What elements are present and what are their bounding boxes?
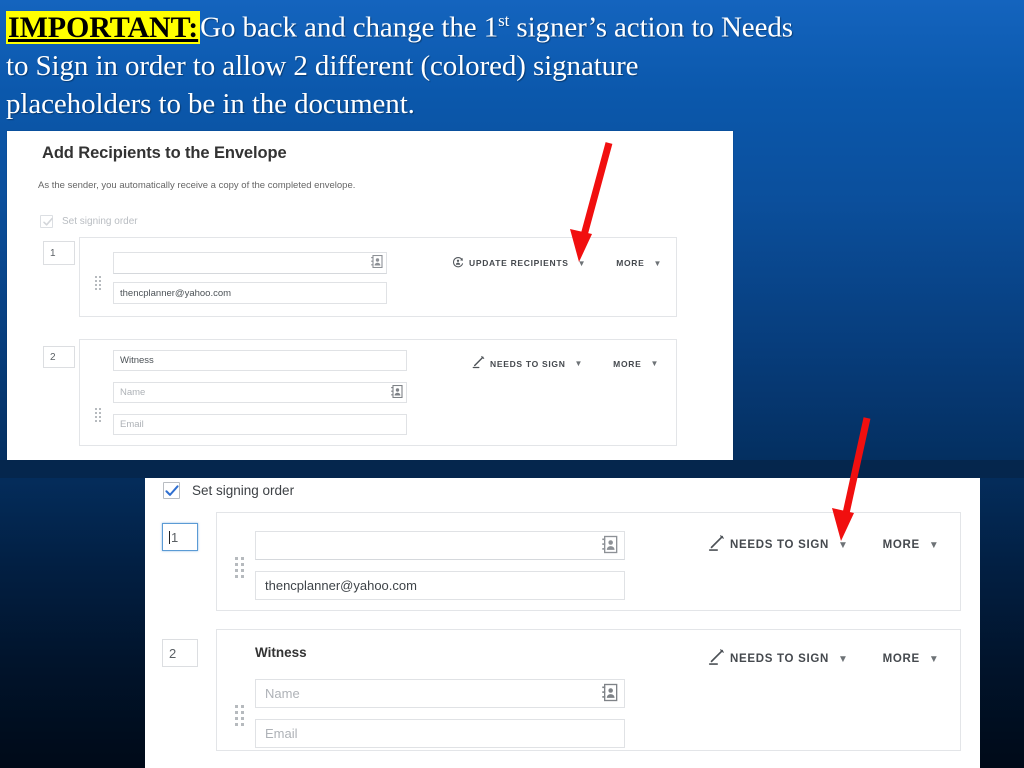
needs-to-sign-button-2[interactable]: NEEDS TO SIGN ▼ xyxy=(472,356,583,371)
header-line-3: placeholders to be in the document. xyxy=(6,87,415,120)
recipient-group-label-b2: Witness xyxy=(255,645,307,660)
update-recipients-icon xyxy=(452,256,464,270)
recipient-name-input-b1[interactable] xyxy=(255,531,625,560)
recipient-card-2: Witness Name Email NEEDS TO SIGN ▼ MORE … xyxy=(79,339,677,446)
slide-header: IMPORTANT:Go back and change the 1st sig… xyxy=(6,2,1018,123)
text-caret xyxy=(169,530,170,544)
recipient-card-b2: Witness Name Email NEEDS TO SIGN ▼ MORE … xyxy=(216,629,961,751)
address-book-icon-b2[interactable] xyxy=(602,683,618,704)
header-line-1-text: Go back and change the 1 xyxy=(200,11,499,44)
recipient-email-input-2[interactable]: Email xyxy=(113,414,407,435)
recipient-order-input-b2[interactable]: 2 xyxy=(162,639,198,667)
recipient-email-input-b2[interactable]: Email xyxy=(255,719,625,748)
recipient-order-value-b2: 2 xyxy=(169,645,177,661)
recipient-contact-input-2[interactable]: Name xyxy=(113,382,407,403)
recipient-contact-placeholder-2: Name xyxy=(120,387,146,398)
pencil-icon-b1 xyxy=(708,535,725,555)
needs-to-sign-label-2: NEEDS TO SIGN xyxy=(490,358,566,369)
chevron-down-icon-more-1[interactable]: ▼ xyxy=(654,259,663,268)
recipient-order-value-2: 2 xyxy=(50,351,56,363)
set-signing-order-row-top[interactable]: Set signing order xyxy=(40,215,138,228)
recipient-email-value-1: thencplanner@yahoo.com xyxy=(120,287,232,299)
drag-handle-icon-1[interactable] xyxy=(95,276,101,290)
recipient-order-value-b1: 1 xyxy=(171,529,179,545)
arrow-to-needs-to-sign xyxy=(832,417,871,541)
drag-handle-icon-2[interactable] xyxy=(95,408,101,422)
header-line-1: IMPORTANT:Go back and change the 1st sig… xyxy=(6,2,1018,47)
header-line-2: to Sign in order to allow 2 different (c… xyxy=(6,49,639,82)
arrow-to-update-recipients xyxy=(570,142,613,262)
set-signing-order-checkbox[interactable] xyxy=(40,215,53,228)
address-book-icon-1[interactable] xyxy=(371,254,383,271)
chevron-down-icon-action-b2[interactable]: ▼ xyxy=(838,654,849,665)
recipient-order-value-1: 1 xyxy=(50,247,56,259)
header-line-1-tail: signer’s action to Needs xyxy=(509,11,793,44)
address-book-icon-b1[interactable] xyxy=(602,535,618,556)
set-signing-order-checkbox-bottom[interactable] xyxy=(163,482,180,499)
more-label-b2: MORE xyxy=(882,653,920,665)
chevron-down-icon-action-2[interactable]: ▼ xyxy=(575,359,584,368)
chevron-down-icon-more-2[interactable]: ▼ xyxy=(650,359,659,368)
recipient-actions-b2: NEEDS TO SIGN ▼ MORE ▼ xyxy=(708,649,940,669)
recipient-actions-2: NEEDS TO SIGN ▼ MORE ▼ xyxy=(472,356,659,371)
important-badge: IMPORTANT: xyxy=(6,10,201,44)
recipient-order-input-b1[interactable]: 1 xyxy=(162,523,198,551)
chevron-down-icon-more-b1[interactable]: ▼ xyxy=(929,540,940,551)
drag-handle-icon-b2[interactable] xyxy=(235,705,244,726)
recipient-order-input-1[interactable]: 1 xyxy=(43,241,75,265)
more-button-2[interactable]: MORE ▼ xyxy=(613,359,659,369)
recipient-name-value-2: Witness xyxy=(120,355,154,366)
recipient-email-placeholder-b2: Email xyxy=(265,726,298,741)
page-subtitle: As the sender, you automatically receive… xyxy=(38,180,356,191)
more-button-b2[interactable]: MORE ▼ xyxy=(883,653,940,665)
recipient-name-placeholder-b2: Name xyxy=(265,686,300,701)
recipient-order-input-2[interactable]: 2 xyxy=(43,346,75,368)
recipient-email-input-1[interactable]: thencplanner@yahoo.com xyxy=(113,282,387,304)
recipient-name-input-1[interactable] xyxy=(113,252,387,274)
update-recipients-label-1: UPDATE RECIPIENTS xyxy=(469,258,569,268)
drag-handle-icon-b1[interactable] xyxy=(235,557,244,578)
chevron-down-icon-more-b2[interactable]: ▼ xyxy=(929,654,940,665)
page-title: Add Recipients to the Envelope xyxy=(42,144,287,162)
address-book-icon-2[interactable] xyxy=(391,384,403,401)
recipient-name-input-b2[interactable]: Name xyxy=(255,679,625,708)
set-signing-order-row-bottom[interactable]: Set signing order xyxy=(163,482,294,499)
recipient-email-value-b1: thencplanner@yahoo.com xyxy=(265,578,417,593)
set-signing-order-label-bottom: Set signing order xyxy=(192,483,295,498)
recipient-email-input-b1[interactable]: thencplanner@yahoo.com xyxy=(255,571,625,600)
set-signing-order-label: Set signing order xyxy=(62,216,138,227)
ordinal-suffix: st xyxy=(498,11,510,30)
pencil-icon-2 xyxy=(472,356,485,371)
needs-to-sign-button-b2[interactable]: NEEDS TO SIGN ▼ xyxy=(708,649,849,669)
pencil-icon-b2 xyxy=(708,649,725,669)
recipient-email-placeholder-2: Email xyxy=(120,419,144,430)
more-label-2: MORE xyxy=(613,358,642,369)
needs-to-sign-label-b2: NEEDS TO SIGN xyxy=(730,653,829,665)
recipient-name-input-2[interactable]: Witness xyxy=(113,350,407,371)
